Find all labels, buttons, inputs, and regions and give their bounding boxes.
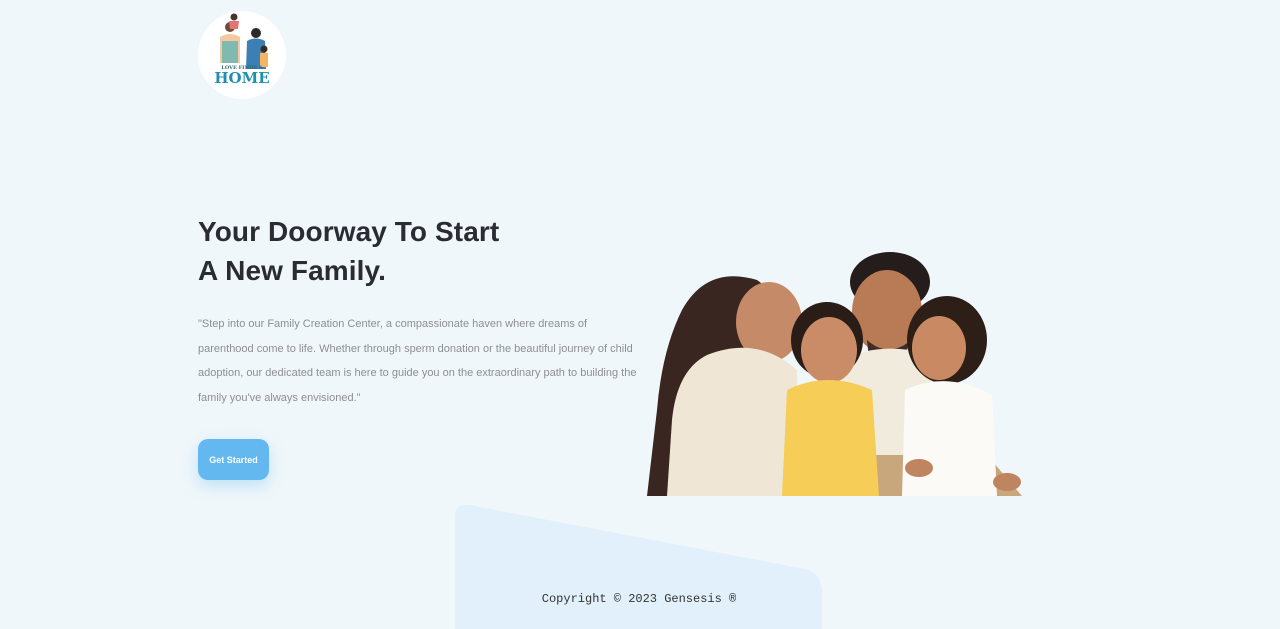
hero-title: Your Doorway To Start A New Family. [198, 212, 499, 290]
family-image-icon [647, 252, 1022, 496]
footer-background-shape [455, 503, 823, 629]
svg-text:HOME: HOME [214, 69, 269, 87]
get-started-button[interactable]: Get Started [198, 439, 269, 480]
copyright-text: Copyright © 2023 Gensesis ® [541, 592, 737, 606]
hero-description: "Step into our Family Creation Center, a… [198, 318, 637, 404]
brand-logo[interactable]: LOVE FINDS A HOME [198, 11, 286, 99]
family-photo [647, 240, 1028, 496]
hero-title-line2: A New Family. [198, 255, 387, 286]
hero-title-line1: Your Doorway To Start [198, 216, 500, 247]
family-logo-icon: LOVE FINDS A HOME [214, 13, 270, 87]
